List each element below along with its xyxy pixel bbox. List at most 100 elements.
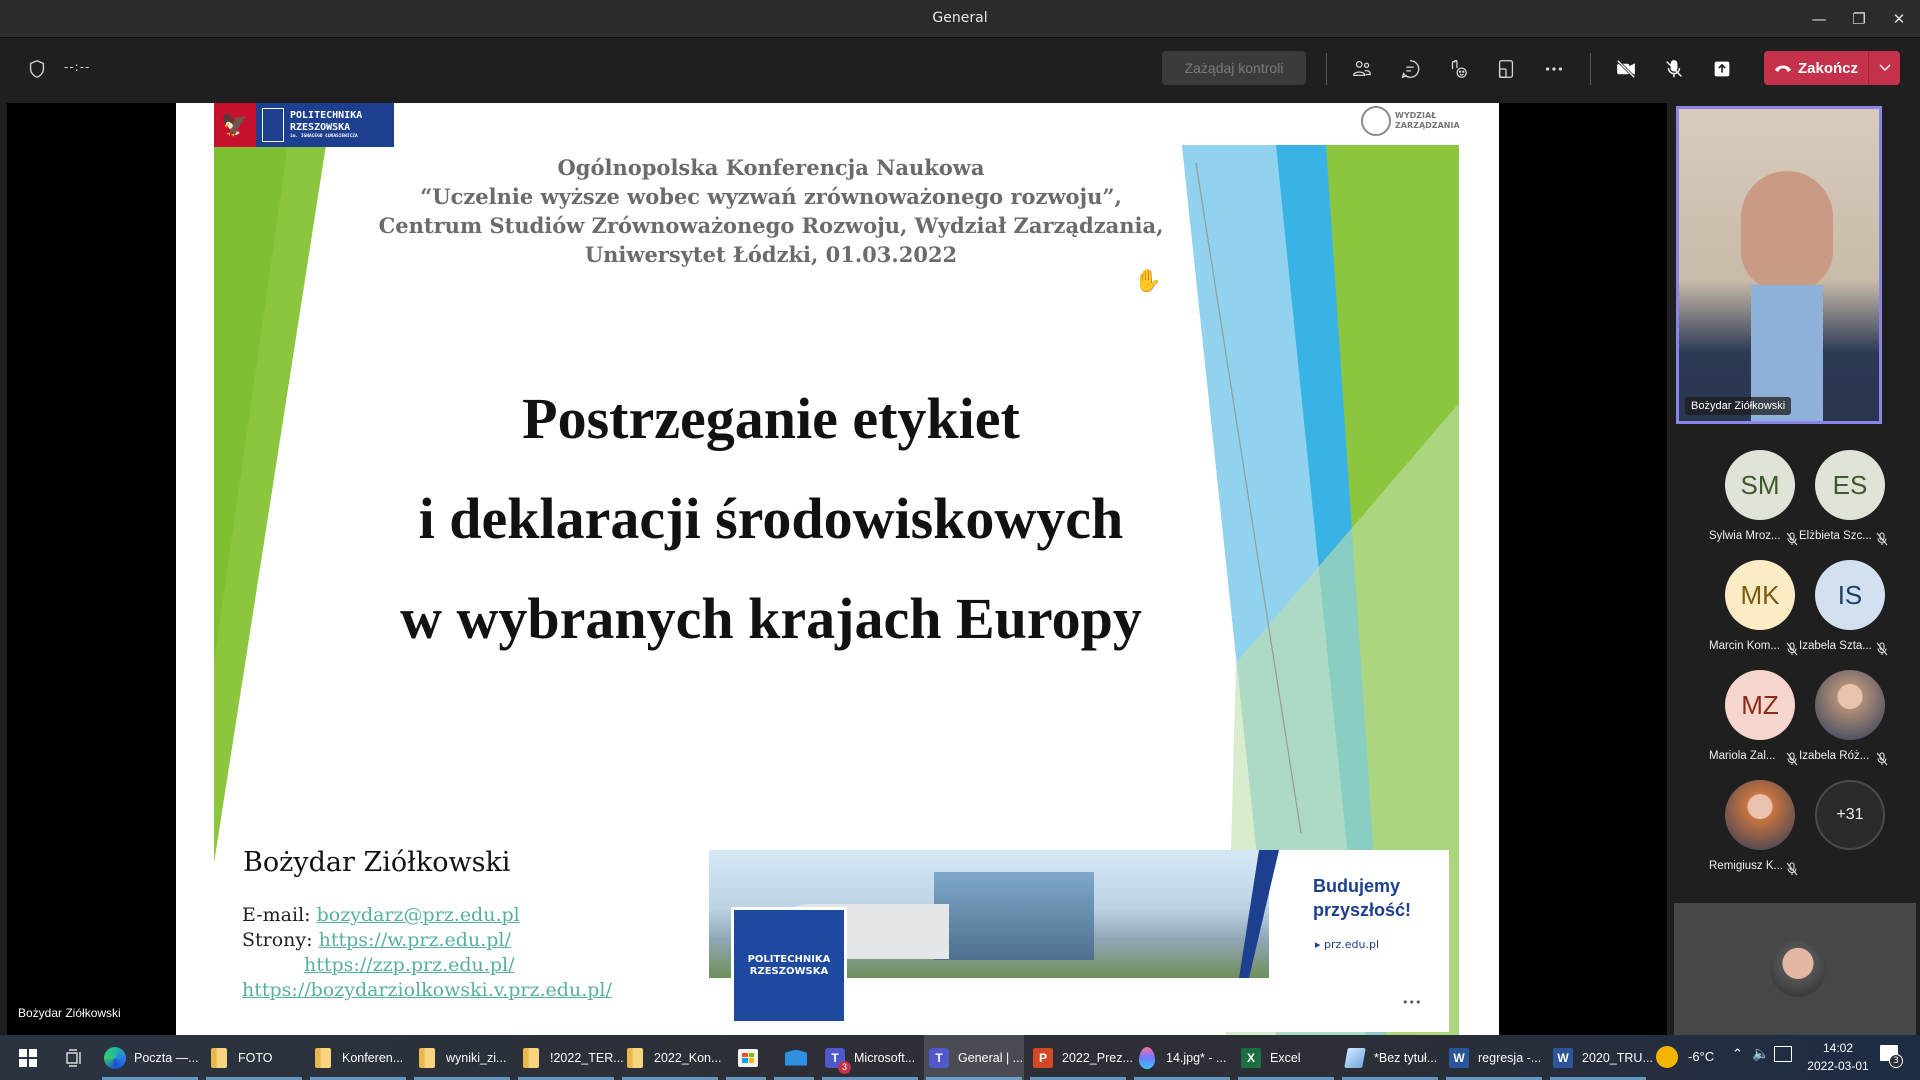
leave-main-button[interactable]: Zakończ bbox=[1764, 51, 1868, 85]
notepad-icon bbox=[1344, 1047, 1366, 1069]
taskbar-item[interactable]: 14.jpg* - ... bbox=[1132, 1035, 1232, 1080]
network-icon[interactable] bbox=[1774, 1046, 1792, 1062]
notifications-icon[interactable]: 3 bbox=[1880, 1045, 1903, 1068]
conference-header: Ogólnopolska Konferencja Naukowa “Uczeln… bbox=[176, 153, 1366, 269]
meeting-toolbar: --:-- Zażądaj kontroli Zakończ bbox=[0, 39, 1920, 99]
paint-icon bbox=[1136, 1046, 1158, 1069]
header-line: Ogólnopolska Konferencja Naukowa bbox=[557, 155, 985, 180]
show-hidden-icons-chevron-up-icon[interactable]: ⌃ bbox=[1732, 1047, 1743, 1062]
banner-site: ▸ prz.edu.pl bbox=[1315, 938, 1380, 951]
speaker-name-tag: Bożydar Ziółkowski bbox=[1685, 397, 1792, 415]
participant-name: Izabela Szta... bbox=[1799, 640, 1872, 652]
leave-label: Zakończ bbox=[1797, 59, 1858, 77]
toolbar-divider bbox=[1326, 53, 1327, 85]
slide-title-line-1: Postrzeganie etykiet bbox=[522, 386, 1020, 451]
website-link[interactable]: https://w.prz.edu.pl/ bbox=[319, 929, 511, 951]
taskbar-item-label: 2022_Kon... bbox=[654, 1050, 722, 1065]
logo-line: im. IGNACEGO ŁUKASIEWICZA bbox=[290, 134, 358, 139]
pages-row: Strony: https://w.prz.edu.pl/ bbox=[242, 929, 511, 951]
website-link[interactable]: https://bozydarziolkowski.v.prz.edu.pl/ bbox=[242, 979, 612, 1001]
taskbar-item[interactable]: 2022_Kon... bbox=[620, 1035, 722, 1080]
hand-cursor-icon: ✋ bbox=[1134, 269, 1162, 294]
participant-avatar[interactable] bbox=[1725, 780, 1795, 850]
taskbar-item[interactable] bbox=[724, 1035, 768, 1080]
taskbar-item[interactable]: Wregresja -... bbox=[1444, 1035, 1544, 1080]
taskbar-item[interactable]: P 2022_Prez... bbox=[1028, 1035, 1133, 1080]
leave-options-chevron-down-icon[interactable] bbox=[1868, 51, 1900, 85]
rooms-icon[interactable] bbox=[1486, 49, 1526, 89]
participant-name: Izabela Róż... bbox=[1799, 750, 1870, 762]
speaker-video-tile[interactable]: Bożydar Ziółkowski bbox=[1676, 106, 1882, 424]
taskbar-item[interactable]: FOTO bbox=[204, 1035, 304, 1080]
header-line: “Uczelnie wyższe wobec wyzwań zrównoważo… bbox=[420, 184, 1122, 209]
notifications-count: 3 bbox=[1889, 1054, 1903, 1068]
mic-off-icon[interactable] bbox=[1654, 49, 1694, 89]
task-view-button[interactable] bbox=[52, 1035, 92, 1080]
camera-off-icon[interactable] bbox=[1606, 49, 1646, 89]
website-link[interactable]: https://zzp.prz.edu.pl/ bbox=[304, 954, 514, 976]
taskbar-item[interactable]: T 3 Microsoft... bbox=[820, 1035, 920, 1080]
participant-avatar[interactable]: SM bbox=[1725, 450, 1795, 520]
participant-avatar[interactable] bbox=[1815, 670, 1885, 740]
weather-temperature[interactable]: -6°C bbox=[1688, 1049, 1714, 1064]
taskbar-item[interactable]: Konferen... bbox=[308, 1035, 408, 1080]
taskbar-item-label: FOTO bbox=[238, 1050, 273, 1065]
folder-icon bbox=[624, 1047, 646, 1069]
volume-icon[interactable]: 🔈 bbox=[1752, 1046, 1769, 1062]
taskbar-item[interactable]: W 2020_TRU... bbox=[1548, 1035, 1653, 1080]
store-icon bbox=[737, 1047, 759, 1069]
close-icon: ✕ bbox=[1892, 10, 1906, 28]
logo-line: POLITECHNIKA bbox=[290, 110, 363, 121]
pages-label: Strony: bbox=[242, 929, 313, 951]
slogan-line: Budujemy bbox=[1313, 876, 1401, 896]
mic-off-icon bbox=[1786, 531, 1798, 546]
presenter-name-label: Bożydar Ziółkowski bbox=[18, 1006, 121, 1020]
taskbar-item[interactable]: T General | ... bbox=[924, 1035, 1024, 1080]
taskbar-item[interactable]: X Excel bbox=[1236, 1035, 1336, 1080]
banner-stripe bbox=[1239, 850, 1279, 978]
taskbar-item[interactable]: wyniki_zi... bbox=[412, 1035, 512, 1080]
self-avatar bbox=[1770, 941, 1826, 997]
leave-button[interactable]: Zakończ bbox=[1764, 51, 1900, 85]
slogan-line: przyszłość! bbox=[1313, 900, 1412, 920]
request-control-button[interactable]: Zażądaj kontroli bbox=[1162, 51, 1306, 85]
edge-icon bbox=[104, 1046, 126, 1069]
title-bar: General — ❐ ✕ bbox=[0, 0, 1920, 38]
email-link[interactable]: bozydarz@prz.edu.pl bbox=[317, 904, 520, 926]
chat-icon[interactable] bbox=[1390, 49, 1430, 89]
speaker-face bbox=[1741, 171, 1833, 291]
taskbar-item[interactable] bbox=[772, 1035, 816, 1080]
weather-sun-icon[interactable] bbox=[1656, 1046, 1678, 1068]
clock[interactable]: 14:02 2022-03-01 bbox=[1800, 1039, 1876, 1075]
participant-avatar[interactable]: IS bbox=[1815, 560, 1885, 630]
participant-avatar[interactable]: MZ bbox=[1725, 670, 1795, 740]
more-icon[interactable] bbox=[1534, 49, 1574, 89]
taskbar-item-label: !2022_TER... bbox=[550, 1050, 624, 1065]
taskbar-item[interactable]: !2022_TER... bbox=[516, 1035, 624, 1080]
participant-name: Elżbieta Szc... bbox=[1799, 530, 1872, 542]
taskbar-item-label: Konferen... bbox=[342, 1050, 404, 1065]
mail-icon bbox=[785, 1047, 807, 1069]
taskbar-item[interactable]: *Bez tytuł... bbox=[1340, 1035, 1440, 1080]
word-icon: W bbox=[1552, 1047, 1574, 1069]
start-button[interactable] bbox=[6, 1035, 46, 1080]
windows-logo-icon bbox=[19, 1048, 37, 1067]
taskbar-item[interactable]: Poczta —... bbox=[100, 1035, 200, 1080]
reactions-icon[interactable] bbox=[1438, 49, 1478, 89]
mic-off-icon bbox=[1876, 641, 1888, 656]
mic-off-icon bbox=[1786, 751, 1798, 766]
website-row: https://zzp.prz.edu.pl/ bbox=[304, 954, 514, 976]
people-icon[interactable] bbox=[1342, 49, 1382, 89]
powerpoint-icon: P bbox=[1032, 1047, 1054, 1069]
teams-icon: T bbox=[928, 1047, 950, 1069]
taskbar-item-label: wyniki_zi... bbox=[446, 1050, 507, 1065]
polish-eagle-icon: 🦅 bbox=[214, 103, 256, 147]
email-row: E-mail: bozydarz@prz.edu.pl bbox=[242, 904, 520, 926]
more-participants-button[interactable]: +31 bbox=[1815, 780, 1885, 850]
share-screen-icon[interactable] bbox=[1702, 49, 1742, 89]
close-button[interactable]: ✕ bbox=[1876, 0, 1920, 38]
participant-avatar[interactable]: ES bbox=[1815, 450, 1885, 520]
participant-avatar[interactable]: MK bbox=[1725, 560, 1795, 630]
toolbar-divider bbox=[1590, 53, 1591, 85]
banner-more-icon[interactable]: ••• bbox=[1402, 996, 1421, 1009]
